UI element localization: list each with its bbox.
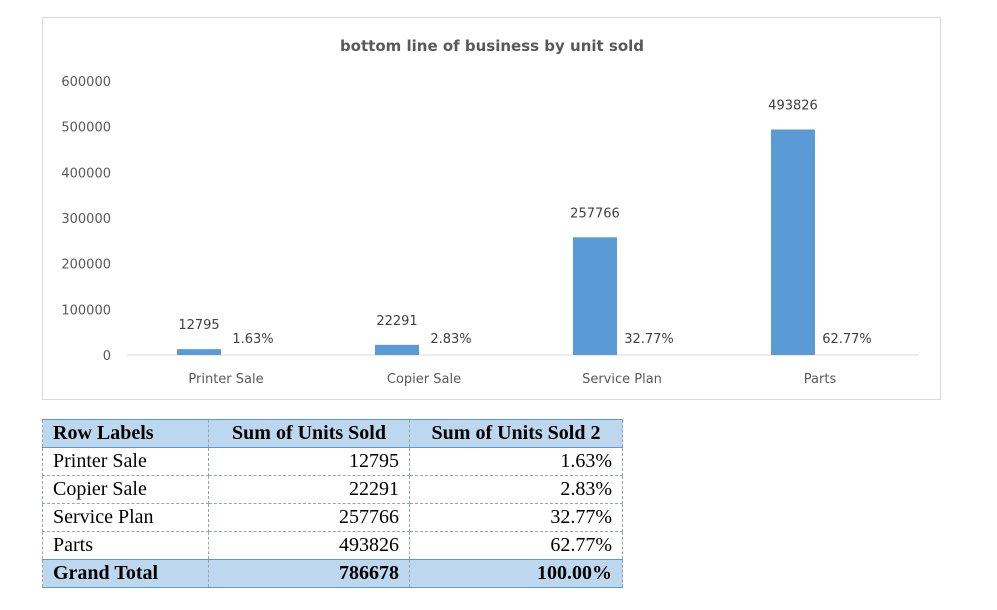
- data-label-percent: 32.77%: [624, 332, 674, 347]
- percent-cell: 2.83%: [409, 475, 623, 504]
- data-label-units: 493826: [768, 98, 818, 113]
- table-row[interactable]: Parts 493826 62.77%: [42, 531, 623, 560]
- table-row[interactable]: Printer Sale 12795 1.63%: [42, 447, 623, 476]
- chart-title: bottom line of business by unit sold: [340, 37, 644, 55]
- grand-total-units: 786678: [208, 559, 410, 588]
- y-tick-label: 500000: [61, 121, 111, 136]
- x-axis: Printer Sale Copier Sale Service Plan Parts: [188, 372, 836, 387]
- percent-cell: 32.77%: [409, 503, 623, 532]
- table-row[interactable]: Copier Sale 22291 2.83%: [42, 475, 623, 504]
- chart-area: bottom line of business by unit sold 0 10…: [42, 17, 941, 400]
- data-label-percent: 1.63%: [232, 332, 273, 347]
- units-cell: 22291: [208, 475, 410, 504]
- row-label: Service Plan: [42, 503, 209, 532]
- bar-units-sold[interactable]: [771, 129, 815, 355]
- row-label: Copier Sale: [42, 475, 209, 504]
- x-tick-label: Printer Sale: [188, 372, 263, 387]
- x-tick-label: Parts: [804, 372, 837, 387]
- data-label-units: 22291: [376, 314, 417, 329]
- y-tick-label: 0: [103, 349, 111, 364]
- y-axis: 0 100000 200000 300000 400000 500000 600000: [61, 75, 111, 364]
- header-row-labels[interactable]: Row Labels: [42, 419, 209, 448]
- percent-cell: 1.63%: [409, 447, 623, 476]
- y-tick-label: 100000: [61, 303, 111, 318]
- data-label-units: 12795: [178, 318, 219, 333]
- bar-chart: bottom line of business by unit sold 0 10…: [61, 37, 919, 387]
- data-label-units: 257766: [570, 206, 620, 221]
- bars: 12795 1.63% 22291 2.83% 257766 32.77% 493826 62…: [177, 98, 872, 355]
- table-row[interactable]: Service Plan 257766 32.77%: [42, 503, 623, 532]
- grand-total-row[interactable]: Grand Total 786678 100.00%: [42, 559, 623, 588]
- row-label: Printer Sale: [42, 447, 209, 476]
- data-label-percent: 2.83%: [430, 332, 471, 347]
- percent-cell: 62.77%: [409, 531, 623, 560]
- table-header-row: Row Labels Sum of Units Sold Sum of Unit…: [42, 419, 623, 448]
- data-label-percent: 62.77%: [822, 332, 872, 347]
- row-label: Parts: [42, 531, 209, 560]
- header-sum-units[interactable]: Sum of Units Sold: [208, 419, 410, 448]
- bar-units-sold[interactable]: [375, 344, 419, 355]
- x-tick-label: Service Plan: [582, 372, 662, 387]
- y-tick-label: 200000: [61, 258, 111, 273]
- bar-units-sold[interactable]: [573, 237, 617, 355]
- pivot-table: Row Labels Sum of Units Sold Sum of Unit…: [42, 419, 623, 588]
- bar-units-sold[interactable]: [177, 349, 221, 355]
- grand-total-label: Grand Total: [42, 559, 209, 588]
- units-cell: 257766: [208, 503, 410, 532]
- y-tick-label: 600000: [61, 75, 111, 90]
- units-cell: 12795: [208, 447, 410, 476]
- grand-total-percent: 100.00%: [409, 559, 623, 588]
- header-sum-units-2[interactable]: Sum of Units Sold 2: [409, 419, 623, 448]
- units-cell: 493826: [208, 531, 410, 560]
- y-tick-label: 300000: [61, 212, 111, 227]
- y-tick-label: 400000: [61, 166, 111, 181]
- x-tick-label: Copier Sale: [387, 372, 461, 387]
